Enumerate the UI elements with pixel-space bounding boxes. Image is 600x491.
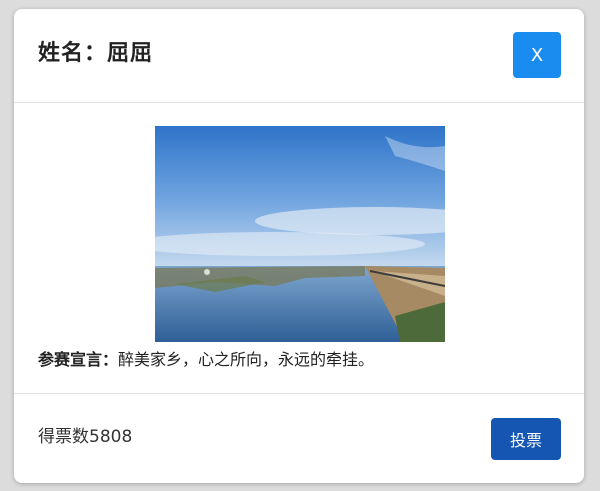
modal-header: 姓名：屈屈 X bbox=[14, 9, 584, 103]
modal-body: 参赛宣言：醉美家乡，心之所向，永远的牵挂。 bbox=[14, 103, 584, 393]
contestant-name: 屈屈 bbox=[107, 41, 154, 66]
modal-title: 姓名：屈屈 bbox=[38, 35, 153, 67]
modal-footer: 得票数5808 投票 bbox=[14, 393, 584, 483]
vote-button[interactable]: 投票 bbox=[491, 418, 561, 460]
declaration-text: 醉美家乡，心之所向，永远的牵挂。 bbox=[118, 350, 375, 369]
declaration-label: 参赛宣言： bbox=[38, 350, 119, 369]
contestant-photo bbox=[155, 126, 445, 342]
title-prefix: 姓名： bbox=[38, 41, 108, 66]
votes-prefix: 得票数 bbox=[38, 427, 89, 447]
close-button[interactable]: X bbox=[513, 32, 561, 78]
declaration: 参赛宣言：醉美家乡，心之所向，永远的牵挂。 bbox=[38, 346, 374, 370]
contestant-modal: 姓名：屈屈 X 参赛宣言：醉美家乡，心之所向，永远的牵挂。 得票数5808 投票 bbox=[14, 9, 584, 483]
vote-count: 得票数5808 bbox=[38, 422, 132, 447]
votes-number: 5808 bbox=[89, 427, 133, 447]
